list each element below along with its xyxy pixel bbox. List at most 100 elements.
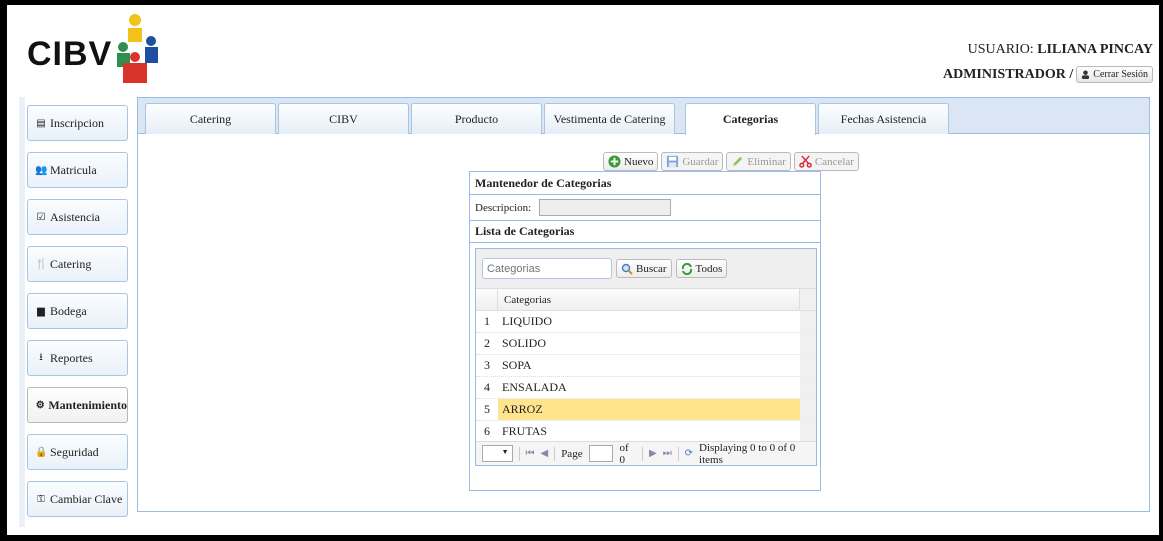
scrollbar[interactable] xyxy=(800,311,816,332)
row-number: 1 xyxy=(476,311,498,332)
key-icon: ⚿ xyxy=(37,493,45,505)
prev-page-icon[interactable]: ◀ xyxy=(541,448,549,459)
user-role: ADMINISTRADOR / xyxy=(942,66,1074,82)
description-label: Descripcion: xyxy=(475,201,532,214)
form-title: Mantenedor de Categorias xyxy=(470,172,820,195)
description-input[interactable] xyxy=(539,199,672,216)
sidebar-item-label: Seguridad xyxy=(50,444,99,459)
save-button[interactable]: Guardar xyxy=(661,152,724,171)
page-input[interactable] xyxy=(588,445,614,462)
sidebar-item-label: Asistencia xyxy=(50,209,100,224)
last-page-icon[interactable]: ⏭ xyxy=(663,448,672,459)
lock-icon: 🔒 xyxy=(35,446,48,458)
sidebar-item-reportes[interactable]: ⭳ Reportes xyxy=(27,340,128,376)
logo-text: CIBV xyxy=(27,35,113,73)
category-name: SOLIDO xyxy=(502,336,546,350)
category-name: ARROZ xyxy=(498,399,800,420)
tab-bar: Catering CIBV Producto Vestimenta de Cat… xyxy=(138,98,1149,135)
tab-vestimenta-de-catering[interactable]: Vestimenta de Catering xyxy=(544,103,675,134)
search-bar: Buscar Todos xyxy=(476,249,816,289)
user-info: USUARIO: LILIANA PINCAY ADMINISTRADOR / … xyxy=(943,42,1153,83)
row-number: 5 xyxy=(476,399,498,420)
checkbox-icon: ☑ xyxy=(36,211,46,223)
sidebar-item-bodega[interactable]: ▆ Bodega xyxy=(27,293,128,329)
category-name: FRUTAS xyxy=(502,424,548,438)
column-header-categorias[interactable]: Categorias xyxy=(498,289,800,310)
sidebar-item-matricula[interactable]: 👥 Matricula xyxy=(27,152,128,188)
sidebar-item-asistencia[interactable]: ☑ Asistencia xyxy=(27,199,128,235)
new-button[interactable]: Nuevo xyxy=(603,152,659,171)
user-icon xyxy=(1082,70,1090,79)
cutlery-icon: 🍴 xyxy=(35,258,48,270)
row-number: 6 xyxy=(476,421,498,442)
children-figures-icon xyxy=(117,14,158,83)
all-button[interactable]: Todos xyxy=(675,259,728,278)
page-label: Page xyxy=(561,447,583,460)
cogs-icon: ⚙ xyxy=(35,399,45,411)
category-name: SOPA xyxy=(502,358,532,372)
pencil-icon xyxy=(733,156,743,167)
refresh-icon[interactable]: ⟳ xyxy=(685,448,693,459)
sidebar-item-inscripcion[interactable]: ▤ Inscripcion xyxy=(27,105,128,141)
sidebar-item-cambiar-clave[interactable]: ⚿ Cambiar Clave xyxy=(27,481,128,517)
search-button[interactable]: Buscar xyxy=(616,259,672,278)
table-row[interactable]: 6 FRUTAS xyxy=(476,421,816,443)
description-row: Descripcion: xyxy=(470,195,820,220)
tab-producto[interactable]: Producto xyxy=(411,103,542,134)
category-name: LIQUIDO xyxy=(502,314,552,328)
sidebar-item-label: Bodega xyxy=(50,303,87,318)
row-number: 3 xyxy=(476,355,498,376)
grid-header: Categorias xyxy=(476,289,816,311)
logout-button[interactable]: Cerrar Sesión xyxy=(1076,66,1153,83)
download-icon: ⭳ xyxy=(39,351,43,363)
sidebar-item-catering[interactable]: 🍴 Catering xyxy=(27,246,128,282)
sidebar-item-seguridad[interactable]: 🔒 Seguridad xyxy=(27,434,128,470)
sidebar-item-label: Catering xyxy=(50,256,92,271)
sidebar: ▤ Inscripcion 👥 Matricula ☑ Asistencia 🍴… xyxy=(19,97,141,527)
table-row[interactable]: 3 SOPA xyxy=(476,355,816,377)
row-number: 4 xyxy=(476,377,498,398)
tab-catering[interactable]: Catering xyxy=(145,103,276,134)
sidebar-item-mantenimiento[interactable]: ⚙ Mantenimiento xyxy=(27,387,128,423)
sidebar-item-label: Mantenimiento xyxy=(48,397,127,412)
app-window: CIBV USUARIO: LILIANA PINCAY ADMINISTRAD… xyxy=(7,5,1159,535)
add-icon xyxy=(608,155,621,168)
scissors-icon xyxy=(799,155,812,168)
table-row[interactable]: 4 ENSALADA xyxy=(476,377,816,399)
table-row-selected[interactable]: 5 ARROZ xyxy=(476,399,816,421)
form-toolbar: Nuevo Guardar Eliminar Cancelar xyxy=(603,152,859,171)
tab-categorias[interactable]: Categorias xyxy=(685,103,816,135)
list-title: Lista de Categorias xyxy=(470,220,820,243)
sidebar-item-label: Reportes xyxy=(50,350,93,365)
users-icon: 👥 xyxy=(35,164,48,176)
sidebar-divider xyxy=(19,97,25,527)
categories-grid: Buscar Todos Categorias 1 xyxy=(475,248,817,466)
logout-label: Cerrar Sesión xyxy=(1093,69,1148,80)
page-count: of 0 xyxy=(619,441,629,466)
refresh-icon xyxy=(681,262,692,275)
next-page-icon[interactable]: ▶ xyxy=(649,448,657,459)
tab-fechas-asistencia[interactable]: Fechas Asistencia xyxy=(818,103,949,134)
tab-cibv[interactable]: CIBV xyxy=(278,103,409,134)
pagination-bar: ⏮ ◀ Page of 0 ▶ ⏭ ⟳ Displaying 0 to 0 of… xyxy=(476,441,816,466)
delete-button[interactable]: Eliminar xyxy=(726,152,791,171)
category-name: ENSALADA xyxy=(502,380,567,394)
table-row[interactable]: 1 LIQUIDO xyxy=(476,311,816,333)
user-name: LILIANA PINCAY xyxy=(1037,42,1153,57)
save-icon xyxy=(667,155,679,168)
sidebar-item-label: Matricula xyxy=(50,162,97,177)
categories-panel: Mantenedor de Categorias Descripcion: Li… xyxy=(469,171,821,491)
box-icon: ▆ xyxy=(37,305,45,317)
main-content: Catering CIBV Producto Vestimenta de Cat… xyxy=(137,97,1150,512)
row-number: 2 xyxy=(476,333,498,354)
list-icon: ▤ xyxy=(36,117,46,129)
first-page-icon[interactable]: ⏮ xyxy=(526,448,535,459)
page-size-select[interactable] xyxy=(482,445,513,462)
display-summary: Displaying 0 to 0 of 0 items xyxy=(699,441,796,466)
search-input[interactable] xyxy=(482,258,612,279)
sidebar-item-label: Inscripcion xyxy=(50,115,104,130)
cancel-button[interactable]: Cancelar xyxy=(793,152,859,171)
user-label: USUARIO: xyxy=(967,42,1034,57)
sidebar-item-label: Cambiar Clave xyxy=(50,491,123,506)
table-row[interactable]: 2 SOLIDO xyxy=(476,333,816,355)
